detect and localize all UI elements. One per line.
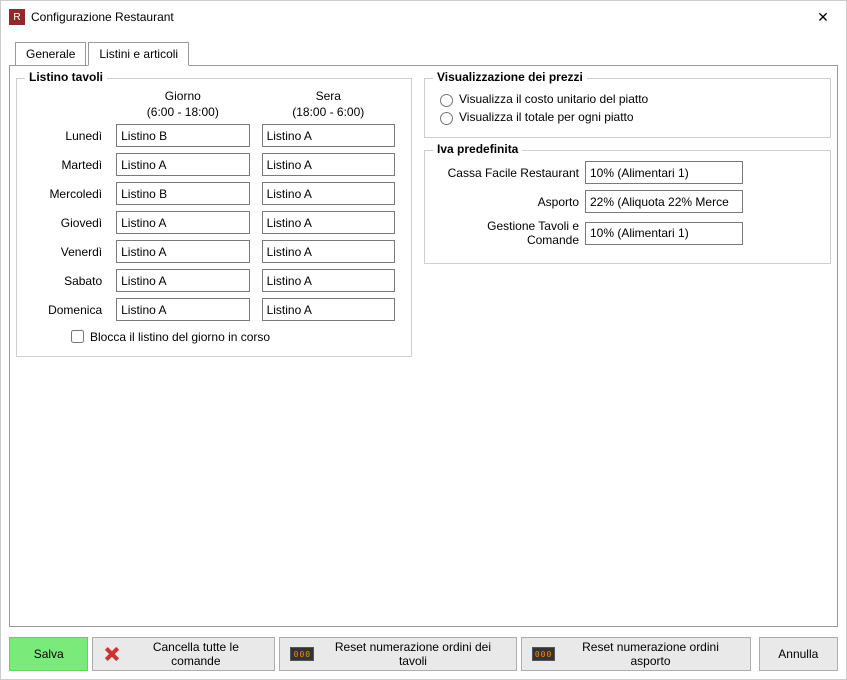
lock-label[interactable]: Blocca il listino del giorno in corso bbox=[90, 330, 270, 344]
listino-select-evening[interactable]: Listino AListino B bbox=[262, 269, 395, 292]
listino-select-evening[interactable]: Listino AListino B bbox=[262, 298, 395, 321]
lock-checkbox[interactable] bbox=[71, 330, 84, 343]
radio-unit-cost-label[interactable]: Visualizza il costo unitario del piatto bbox=[459, 92, 648, 106]
day-row: Sabato Listino AListino B Listino AListino… bbox=[27, 269, 401, 292]
day-label: Mercoledì bbox=[27, 187, 110, 201]
day-row: Giovedì Listino AListino B Listino AListin… bbox=[27, 211, 401, 234]
day-label: Venerdì bbox=[27, 245, 110, 259]
save-button[interactable]: Salva bbox=[9, 637, 88, 671]
iva-legend: Iva predefinita bbox=[433, 142, 522, 156]
bottom-bar: Salva Cancella tutte le comande 000 Rese… bbox=[1, 631, 846, 679]
tab-lists[interactable]: Listini e articoli bbox=[88, 42, 189, 66]
day-row: Mercoledì Listino AListino B Listino AList… bbox=[27, 182, 401, 205]
reset-tables-button[interactable]: 000 Reset numerazione ordini dei tavoli bbox=[279, 637, 516, 671]
day-row: Martedì Listino AListino B Listino AListin… bbox=[27, 153, 401, 176]
listino-select-day[interactable]: Listino AListino B bbox=[116, 182, 249, 205]
listino-select-evening[interactable]: Listino AListino B bbox=[262, 240, 395, 263]
header-day-range: (6:00 - 18:00) bbox=[113, 105, 252, 121]
visualization-group: Visualizzazione dei prezzi Visualizza il… bbox=[424, 78, 831, 138]
day-label: Giovedì bbox=[27, 216, 110, 230]
day-label: Domenica bbox=[27, 303, 110, 317]
listino-select-evening[interactable]: Listino AListino B bbox=[262, 124, 395, 147]
iva-row: Asporto10% (Alimentari 1)22% (Aliquota 2… bbox=[435, 190, 820, 213]
listino-legend: Listino tavoli bbox=[25, 70, 107, 84]
tab-panel-lists: Listino tavoli Giorno (6:00 - 18:00) Ser… bbox=[9, 65, 838, 627]
delete-icon bbox=[103, 645, 121, 663]
radio-unit-cost[interactable] bbox=[440, 94, 453, 107]
iva-select[interactable]: 10% (Alimentari 1)22% (Aliquota 22% Merc… bbox=[585, 161, 743, 184]
listino-select-day[interactable]: Listino AListino B bbox=[116, 153, 249, 176]
counter-icon: 000 bbox=[532, 647, 556, 661]
config-window: R Configurazione Restaurant ✕ Generale L… bbox=[0, 0, 847, 680]
listino-select-day[interactable]: Listino AListino B bbox=[116, 269, 249, 292]
workarea: Generale Listini e articoli Listino tavo… bbox=[1, 33, 846, 631]
reset-takeaway-button[interactable]: 000 Reset numerazione ordini asporto bbox=[521, 637, 751, 671]
lock-row: Blocca il listino del giorno in corso bbox=[27, 327, 401, 346]
cancel-button[interactable]: Annulla bbox=[759, 637, 838, 671]
header-evening-label: Sera bbox=[259, 89, 398, 105]
header-evening-range: (18:00 - 6:00) bbox=[259, 105, 398, 121]
window-title: Configurazione Restaurant bbox=[31, 10, 174, 24]
counter-icon: 000 bbox=[290, 647, 314, 661]
listino-header: Giorno (6:00 - 18:00) Sera (18:00 - 6:00… bbox=[27, 89, 401, 120]
close-icon: ✕ bbox=[817, 9, 829, 26]
listino-select-evening[interactable]: Listino AListino B bbox=[262, 153, 395, 176]
iva-select[interactable]: 10% (Alimentari 1)22% (Aliquota 22% Merc… bbox=[585, 222, 743, 245]
reset-takeaway-label: Reset numerazione ordini asporto bbox=[561, 640, 739, 668]
listino-select-day[interactable]: Listino AListino B bbox=[116, 124, 249, 147]
iva-label: Asporto bbox=[435, 195, 585, 209]
delete-orders-button[interactable]: Cancella tutte le comande bbox=[92, 637, 275, 671]
listino-select-evening[interactable]: Listino AListino B bbox=[262, 182, 395, 205]
day-row: Lunedì Listino AListino B Listino AListino… bbox=[27, 124, 401, 147]
iva-group: Iva predefinita Cassa Facile Restaurant1… bbox=[424, 150, 831, 264]
iva-label: Cassa Facile Restaurant bbox=[435, 166, 585, 180]
iva-label: Gestione Tavoli e Comande bbox=[435, 219, 585, 247]
tab-general[interactable]: Generale bbox=[15, 42, 86, 66]
day-label: Martedì bbox=[27, 158, 110, 172]
delete-orders-label: Cancella tutte le comande bbox=[127, 640, 264, 668]
listino-group: Listino tavoli Giorno (6:00 - 18:00) Ser… bbox=[16, 78, 412, 357]
close-button[interactable]: ✕ bbox=[800, 1, 846, 33]
listino-select-day[interactable]: Listino AListino B bbox=[116, 240, 249, 263]
listino-select-evening[interactable]: Listino AListino B bbox=[262, 211, 395, 234]
iva-select[interactable]: 10% (Alimentari 1)22% (Aliquota 22% Merc… bbox=[585, 190, 743, 213]
day-label: Lunedì bbox=[27, 129, 110, 143]
listino-select-day[interactable]: Listino AListino B bbox=[116, 211, 249, 234]
day-row: Venerdì Listino AListino B Listino AListin… bbox=[27, 240, 401, 263]
app-icon: R bbox=[9, 9, 25, 25]
radio-total-cost-label[interactable]: Visualizza il totale per ogni piatto bbox=[459, 110, 634, 124]
day-row: Domenica Listino AListino B Listino AListi… bbox=[27, 298, 401, 321]
header-day-label: Giorno bbox=[113, 89, 252, 105]
visualization-legend: Visualizzazione dei prezzi bbox=[433, 70, 587, 84]
listino-select-day[interactable]: Listino AListino B bbox=[116, 298, 249, 321]
titlebar: R Configurazione Restaurant ✕ bbox=[1, 1, 846, 33]
reset-tables-label: Reset numerazione ordini dei tavoli bbox=[320, 640, 505, 668]
day-label: Sabato bbox=[27, 274, 110, 288]
tabstrip: Generale Listini e articoli bbox=[15, 42, 838, 66]
iva-row: Gestione Tavoli e Comande10% (Alimentari… bbox=[435, 219, 820, 247]
iva-row: Cassa Facile Restaurant10% (Alimentari 1… bbox=[435, 161, 820, 184]
radio-total-cost[interactable] bbox=[440, 112, 453, 125]
